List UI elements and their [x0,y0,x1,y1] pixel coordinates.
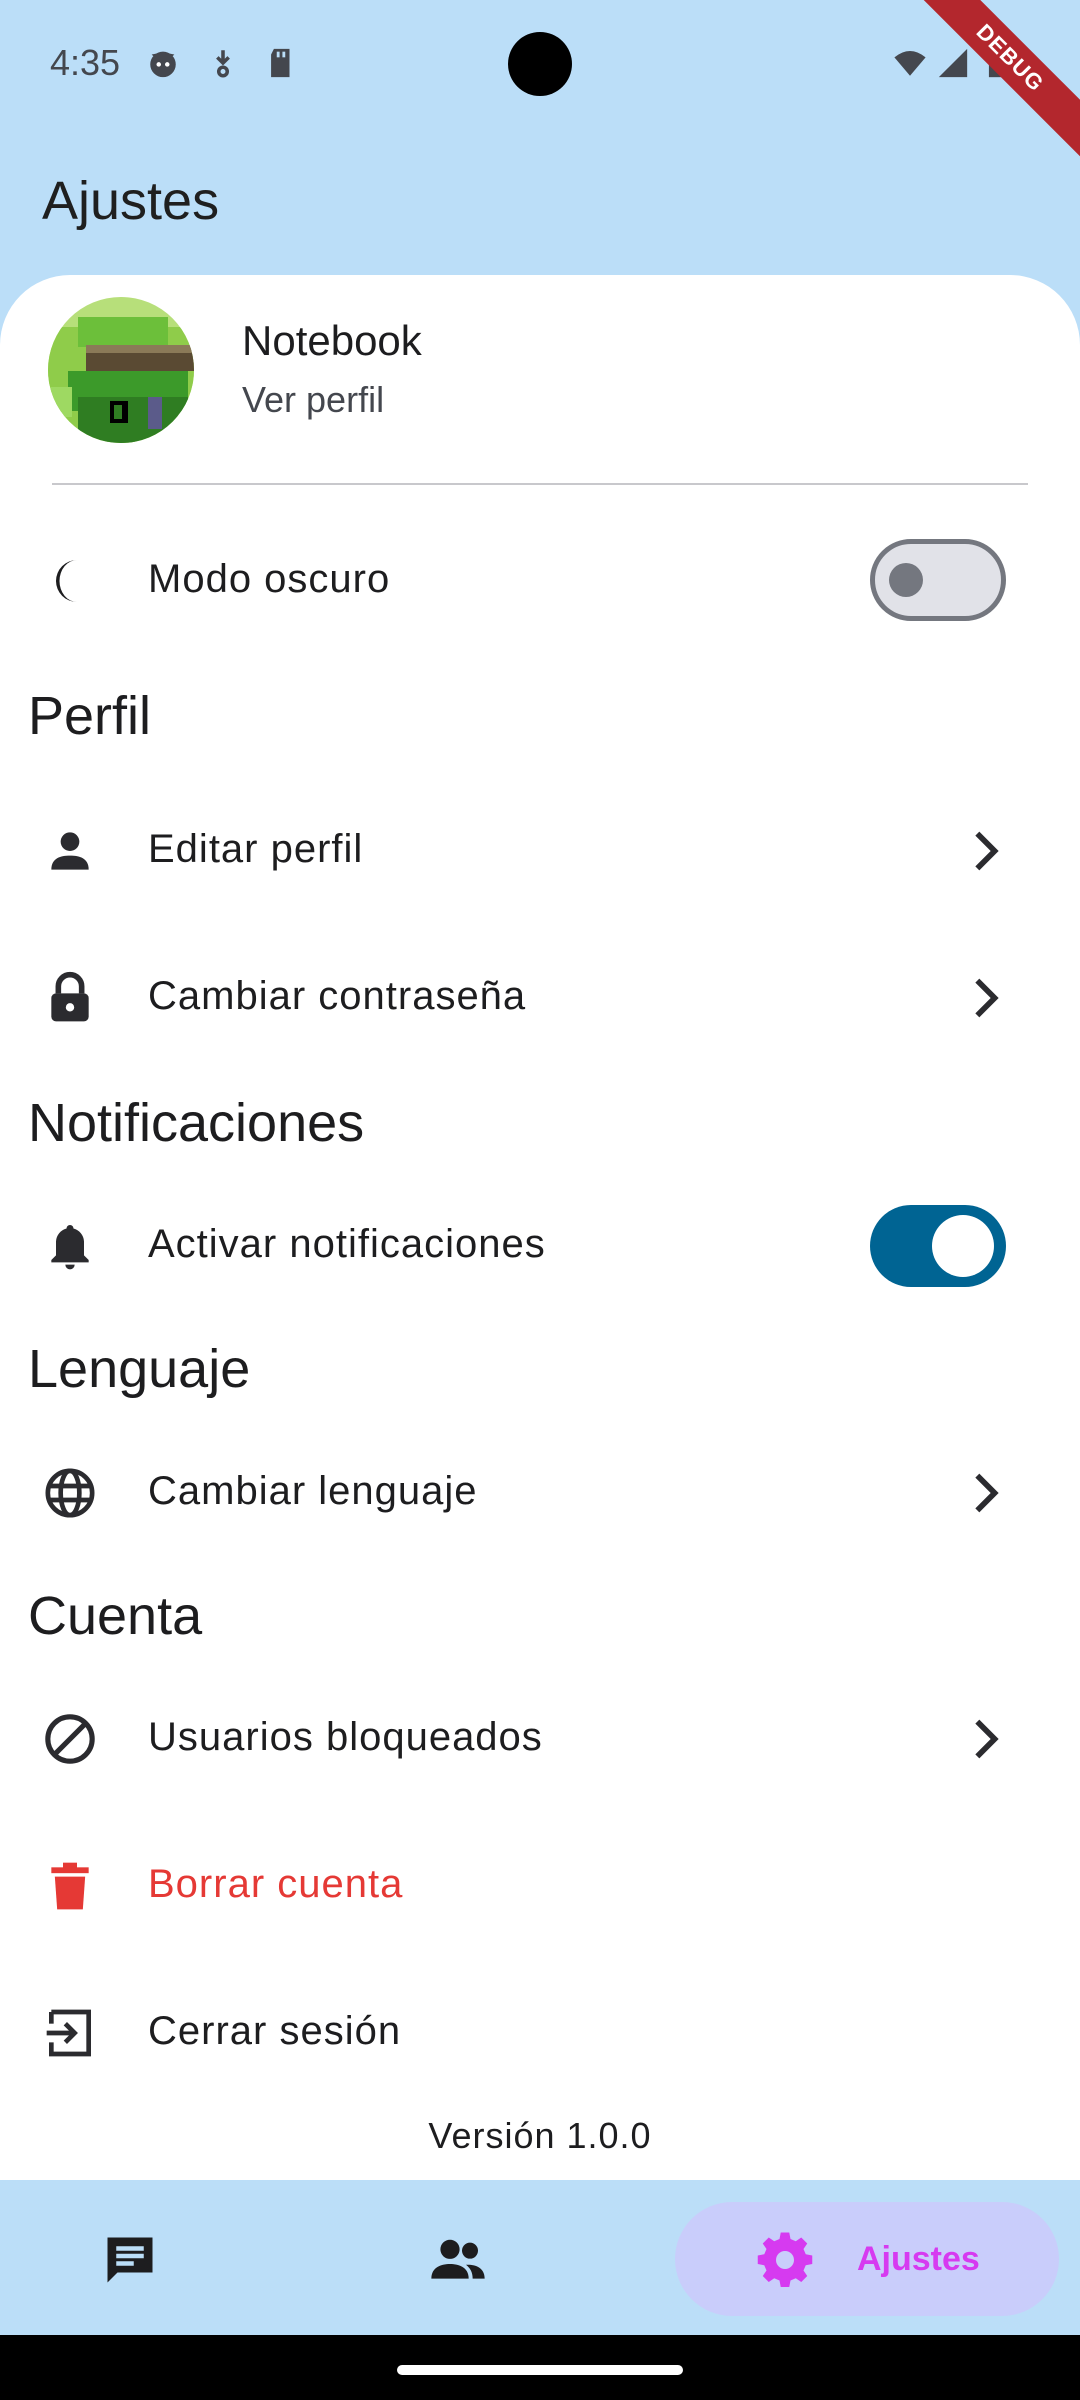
nav-settings-label: Ajustes [857,2240,980,2278]
change-language-row[interactable]: Cambiar lenguaje [0,1437,1080,1547]
logout-label: Cerrar sesión [148,2009,402,2053]
gear-icon [757,2232,813,2287]
change-password-label: Cambiar contraseña [148,974,527,1018]
toggle-knob [932,1215,994,1277]
version-text: Versión 1.0.0 [428,2115,652,2156]
notifications-toggle[interactable] [870,1205,1006,1287]
nav-contacts[interactable] [388,2180,528,2335]
chevron-right-icon [975,1473,999,1513]
system-gesture-bar [0,2335,1080,2400]
delete-account-label: Borrar cuenta [148,1862,404,1906]
section-title-notificaciones: Notificaciones [28,1093,365,1153]
avatar [48,297,194,443]
status-bar: 4:35 DEBUG [0,0,1080,172]
download-status-icon [216,50,230,78]
section-title-lenguaje: Lenguaje [28,1339,251,1399]
logout-row[interactable]: Cerrar sesión [0,1977,1080,2087]
change-password-row[interactable]: Cambiar contraseña [0,942,1080,1052]
profile-name: Notebook [242,317,422,364]
chevron-right-icon [975,831,999,871]
delete-account-row[interactable]: Borrar cuenta [0,1830,1080,1940]
chat-icon [107,2237,153,2283]
bottom-navigation: Ajustes [0,2180,1080,2335]
chevron-right-icon [975,978,999,1018]
people-icon [431,2239,485,2279]
bell-icon [51,1225,89,1270]
signal-icon [938,48,968,78]
edit-profile-label: Editar perfil [148,827,364,871]
status-time: 4:35 [50,42,121,83]
globe-icon [45,1468,95,1518]
wifi-icon [894,50,926,76]
block-icon [45,1714,95,1764]
divider [52,483,1028,485]
lock-icon [51,971,89,1022]
change-language-label: Cambiar lenguaje [148,1469,478,1513]
person-icon [51,832,89,870]
page-title: Ajustes [42,171,220,231]
chevron-right-icon [975,1719,999,1759]
dark-mode-toggle[interactable] [870,539,1006,621]
settings-sheet: Notebook Ver perfil Modo oscuro Perfil E… [0,275,1080,2180]
toggle-knob [889,563,923,597]
profile-row[interactable]: Notebook Ver perfil [0,275,1080,475]
home-handle[interactable] [397,2365,683,2375]
debug-banner: DEBUG [896,0,1080,172]
notifications-label: Activar notificaciones [148,1222,546,1266]
blocked-users-label: Usuarios bloqueados [148,1715,543,1759]
camera-cutout [508,32,572,96]
nav-chats[interactable] [60,2180,200,2335]
section-title-cuenta: Cuenta [28,1586,203,1646]
blocked-users-row[interactable]: Usuarios bloqueados [0,1683,1080,1793]
dark-mode-label: Modo oscuro [148,557,391,601]
edit-profile-row[interactable]: Editar perfil [0,795,1080,905]
nav-settings[interactable]: Ajustes [675,2202,1059,2316]
section-title-perfil: Perfil [28,686,152,746]
cat-app-icon [150,51,176,78]
profile-subtitle: Ver perfil [242,379,385,420]
sd-card-icon [271,48,290,78]
trash-icon [51,1862,89,1910]
logout-icon [46,2009,91,2057]
moon-icon [55,560,77,602]
